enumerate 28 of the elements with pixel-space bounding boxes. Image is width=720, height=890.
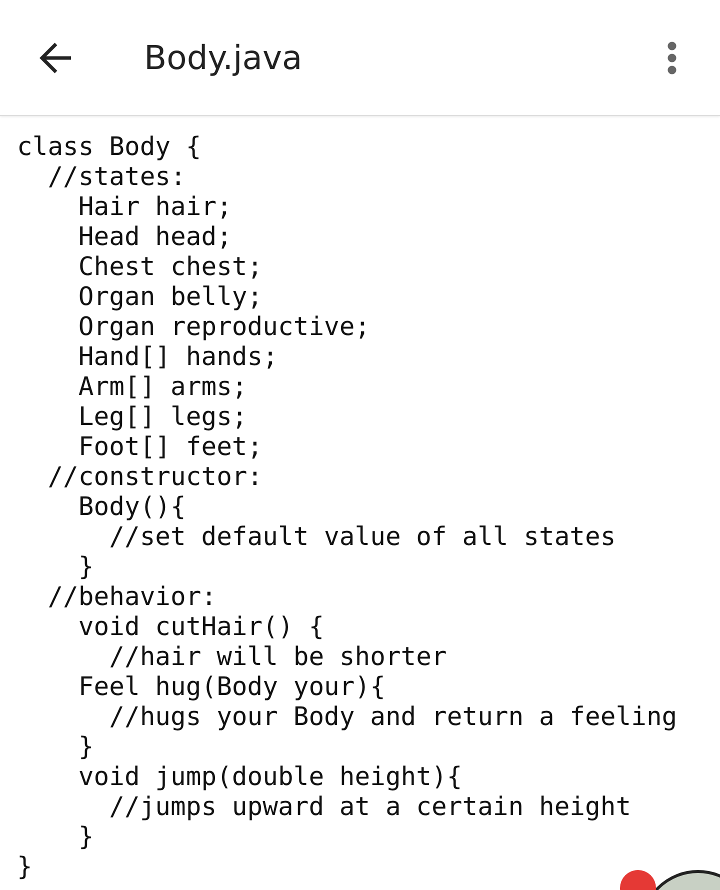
code-line: Feel hug(Body your){ xyxy=(77,672,386,702)
code-line: } xyxy=(17,852,32,882)
code-line: //behavior: xyxy=(46,582,217,612)
code-line: Organ belly; xyxy=(77,282,263,312)
code-line: void jump(double height){ xyxy=(77,762,462,792)
code-line: Chest chest; xyxy=(77,252,263,282)
code-line: Head head; xyxy=(77,222,232,252)
code-line: } xyxy=(77,822,94,852)
code-line: class Body { xyxy=(17,132,202,162)
code-line: //states: xyxy=(46,162,186,192)
file-title: Body.java xyxy=(144,38,304,77)
code-line: Leg[] legs; xyxy=(77,402,248,432)
code-line: Body(){ xyxy=(77,492,186,522)
code-line: void cutHair() { xyxy=(77,612,324,642)
code-line: Arm[] arms; xyxy=(77,372,248,402)
code-line: } xyxy=(77,732,94,762)
code-line: //constructor: xyxy=(46,462,263,492)
code-line: Organ reproductive; xyxy=(77,312,370,342)
code-line: //hugs your Body and return a feeling xyxy=(108,702,678,732)
code-line: //set default value of all states xyxy=(108,522,616,552)
code-line: //hair will be shorter xyxy=(108,642,447,672)
code-line: Hand[] hands; xyxy=(77,342,278,372)
code-line: //jumps upward at a certain height xyxy=(108,792,632,822)
more-options-icon[interactable] xyxy=(667,40,677,74)
code-line: Foot[] feet; xyxy=(77,432,263,462)
code-line: } xyxy=(77,552,94,582)
back-arrow-icon[interactable] xyxy=(39,40,73,74)
code-line: Hair hair; xyxy=(77,192,232,222)
